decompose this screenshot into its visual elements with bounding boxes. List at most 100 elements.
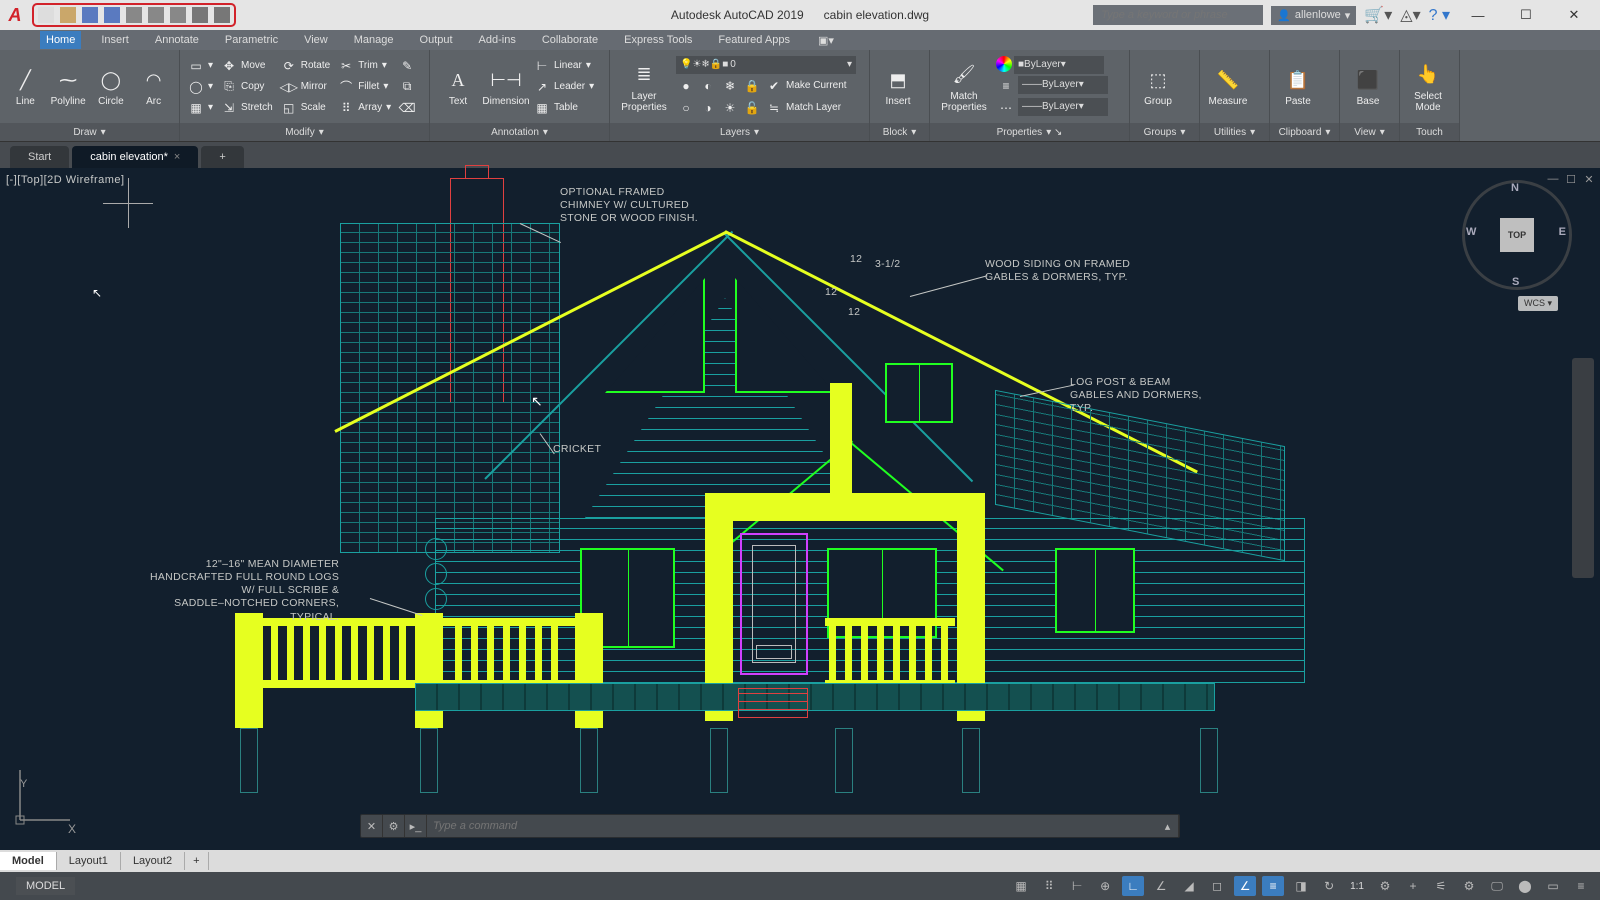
lwt-icon[interactable]: ≡ [1262, 876, 1284, 896]
match-props-button[interactable]: 🖌Match Properties [936, 56, 992, 118]
tab-output[interactable]: Output [414, 31, 459, 49]
scale-ratio[interactable]: 1:1 [1346, 879, 1368, 894]
cmd-close-icon[interactable]: ✕ [361, 815, 383, 837]
offset-icon[interactable]: ⧉ [397, 77, 417, 97]
vp-close-icon[interactable]: ✕ [1582, 172, 1596, 186]
new-tab-button[interactable]: + [201, 146, 243, 168]
dimension-button[interactable]: ⊢⊣Dimension [484, 56, 528, 118]
leader-button[interactable]: ↗Leader ▾ [532, 77, 596, 97]
wcs-badge[interactable]: WCS ▾ [1518, 296, 1558, 311]
clean-icon[interactable]: ▭ [1542, 876, 1564, 896]
grid-icon[interactable]: ▦ [1010, 876, 1032, 896]
panel-clipboard[interactable]: Clipboard ▾ [1270, 123, 1339, 141]
tab-view[interactable]: View [298, 31, 334, 49]
layer-thaw-icon[interactable]: ☀ [720, 98, 740, 118]
polyline-button[interactable]: ⁓Polyline [49, 56, 88, 118]
table-button[interactable]: ▦Table [532, 98, 596, 118]
navigation-bar[interactable] [1572, 358, 1594, 578]
close-button[interactable]: ✕ [1554, 3, 1594, 28]
panel-view[interactable]: View ▾ [1340, 123, 1399, 141]
panel-properties[interactable]: Properties ▾ ↘ [930, 123, 1129, 141]
trans-icon[interactable]: ◨ [1290, 876, 1312, 896]
ribbon-cycle-icon[interactable]: ▣▾ [818, 34, 834, 47]
gear-icon[interactable]: ⚙ [1374, 876, 1396, 896]
command-input[interactable] [427, 820, 1157, 832]
select-mode-button[interactable]: 👆Select Mode [1406, 56, 1450, 118]
explode-icon[interactable]: ✎ [397, 56, 417, 76]
redo-icon[interactable] [214, 7, 230, 23]
annoscale-icon[interactable]: ⚟ [1430, 876, 1452, 896]
hw-icon[interactable]: ⬤ [1514, 876, 1536, 896]
help-search-input[interactable] [1093, 5, 1263, 25]
lt-icon[interactable]: ⋯ [996, 98, 1016, 118]
tab-parametric[interactable]: Parametric [219, 31, 284, 49]
plus-icon[interactable]: + [1402, 876, 1424, 896]
paste-button[interactable]: 📋Paste [1276, 56, 1320, 118]
scale-button[interactable]: ◱Scale [279, 98, 332, 118]
viewcube-north[interactable]: N [1511, 182, 1519, 194]
linear-button[interactable]: ⊢Linear ▾ [532, 56, 596, 76]
tab-file[interactable]: cabin elevation* × [72, 146, 198, 168]
linetype-dropdown[interactable]: —— ByLayer ▾ [1018, 98, 1108, 116]
tab-model[interactable]: Model [0, 852, 57, 870]
close-tab-icon[interactable]: × [174, 151, 180, 163]
iso-icon[interactable]: ◢ [1178, 876, 1200, 896]
otrack-icon[interactable]: ∠ [1234, 876, 1256, 896]
plot-icon[interactable] [170, 7, 186, 23]
polar-icon[interactable]: ∠ [1150, 876, 1172, 896]
tab-layout1[interactable]: Layout1 [57, 852, 121, 870]
panel-draw[interactable]: Draw ▾ [0, 123, 179, 141]
layer-lock-icon[interactable]: 🔒 [742, 76, 762, 96]
ortho-icon[interactable]: ∟ [1122, 876, 1144, 896]
tab-manage[interactable]: Manage [348, 31, 400, 49]
osnap-icon[interactable]: ◻ [1206, 876, 1228, 896]
base-button[interactable]: ⬛Base [1346, 56, 1390, 118]
panel-utilities[interactable]: Utilities ▾ [1200, 123, 1269, 141]
new-icon[interactable] [38, 7, 54, 23]
layer-dropdown[interactable]: 💡☀❄🔒■ 0▾ [676, 56, 856, 74]
account-menu[interactable]: 👤 allenlowe ▾ [1271, 6, 1356, 25]
status-model[interactable]: MODEL [16, 877, 75, 895]
tab-start[interactable]: Start [10, 146, 69, 168]
text-button[interactable]: AText [436, 56, 480, 118]
line-button[interactable]: ╱Line [6, 56, 45, 118]
mirror-button[interactable]: ◁▷Mirror [279, 77, 332, 97]
panel-block[interactable]: Block ▾ [870, 123, 929, 141]
measure-button[interactable]: 📏Measure [1206, 56, 1250, 118]
dynamic-icon[interactable]: ⊕ [1094, 876, 1116, 896]
viewcube-east[interactable]: E [1559, 226, 1566, 238]
match-layer-button[interactable]: ≒Match Layer [764, 98, 843, 118]
maximize-button[interactable]: ☐ [1506, 3, 1546, 28]
tab-home[interactable]: Home [40, 31, 81, 49]
layer-off-icon[interactable]: ● [676, 76, 696, 96]
move-button[interactable]: ✥Move [219, 56, 275, 76]
add-layout-button[interactable]: + [185, 852, 208, 870]
save-icon[interactable] [82, 7, 98, 23]
arc-button[interactable]: ◠Arc [134, 56, 173, 118]
copy-button[interactable]: ⎘Copy [219, 77, 275, 97]
array-button[interactable]: ⠿Array ▾ [336, 98, 393, 118]
custom-icon[interactable]: ≡ [1570, 876, 1592, 896]
viewcube-south[interactable]: S [1512, 276, 1519, 288]
monitor-icon[interactable]: 🖵 [1486, 876, 1508, 896]
circle-button[interactable]: ◯Circle [92, 56, 131, 118]
viewcube[interactable]: TOP N S E W [1462, 180, 1572, 290]
trim-button[interactable]: ✂Trim ▾ [336, 56, 393, 76]
tab-annotate[interactable]: Annotate [149, 31, 205, 49]
group-button[interactable]: ⬚Group [1136, 56, 1180, 118]
open-icon[interactable] [60, 7, 76, 23]
layer-iso-icon[interactable]: ◐ [698, 76, 718, 96]
cloud-open-icon[interactable] [126, 7, 142, 23]
hatch-icon[interactable]: ▦▾ [186, 98, 215, 118]
rect-icon[interactable]: ▭▾ [186, 56, 215, 76]
undo-icon[interactable] [192, 7, 208, 23]
color-swatch[interactable] [996, 56, 1012, 72]
tab-layout2[interactable]: Layout2 [121, 852, 185, 870]
tab-featured[interactable]: Featured Apps [712, 31, 796, 49]
layer-uniso-icon[interactable]: ◑ [698, 98, 718, 118]
panel-groups[interactable]: Groups ▾ [1130, 123, 1199, 141]
layer-freeze-icon[interactable]: ❄ [720, 76, 740, 96]
workspace-icon[interactable]: ⚙ [1458, 876, 1480, 896]
tab-express[interactable]: Express Tools [618, 31, 698, 49]
fillet-button[interactable]: ⌒Fillet ▾ [336, 77, 393, 97]
